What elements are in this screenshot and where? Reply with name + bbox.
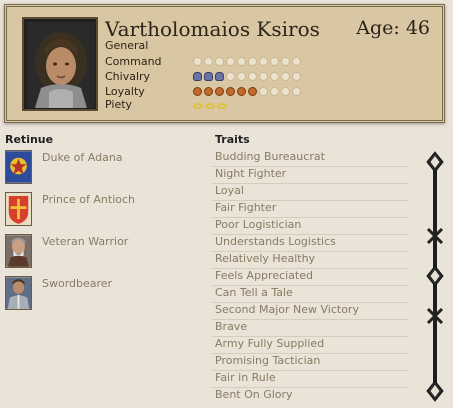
retinue-item-duke-of-adana[interactable]: Duke of Adana xyxy=(5,150,175,188)
trait-item[interactable]: Budding Bureaucrat xyxy=(215,150,325,163)
chiv-pip xyxy=(193,72,202,81)
trait-item[interactable]: Fair in Rule xyxy=(215,371,276,384)
scroll-up-icon[interactable] xyxy=(425,151,445,173)
chiv-pip xyxy=(237,72,246,81)
chiv-pip xyxy=(248,72,257,81)
portrait-image xyxy=(27,22,95,108)
trait-item[interactable]: Feels Appreciated xyxy=(215,269,313,282)
command-pip xyxy=(215,57,224,66)
character-age: Age: 46 xyxy=(356,17,430,39)
piety-pip xyxy=(217,103,227,109)
stat-label-command: Command xyxy=(105,55,162,68)
loyal-pip xyxy=(248,87,257,96)
retinue-item-veteran-warrior[interactable]: Veteran Warrior xyxy=(5,234,175,272)
command-pip xyxy=(292,57,301,66)
loyal-pip xyxy=(259,87,268,96)
command-pip xyxy=(237,57,246,66)
chiv-pip xyxy=(204,72,213,81)
swordbearer-icon xyxy=(5,276,32,310)
loyal-pip xyxy=(204,87,213,96)
scroll-marker-icon[interactable] xyxy=(426,226,444,246)
command-pip xyxy=(270,57,279,66)
character-name: Vartholomaios Ksiros xyxy=(105,17,320,41)
piety-pip xyxy=(205,103,215,109)
command-pips xyxy=(193,57,301,68)
trait-item[interactable]: Relatively Healthy xyxy=(215,252,315,265)
retinue-item-swordbearer[interactable]: Swordbearer xyxy=(5,276,175,314)
trait-item[interactable]: Second Major New Victory xyxy=(215,303,359,316)
loyal-pip xyxy=(193,87,202,96)
chiv-pip xyxy=(226,72,235,81)
chiv-pip xyxy=(281,72,290,81)
command-pip xyxy=(204,57,213,66)
chiv-pip xyxy=(292,72,301,81)
command-pip xyxy=(259,57,268,66)
trait-item[interactable]: Understands Logistics xyxy=(215,235,336,248)
loyal-pip xyxy=(226,87,235,96)
piety-pip xyxy=(193,103,203,109)
trait-item[interactable]: Loyal xyxy=(215,184,244,197)
prince-of-antioch-icon xyxy=(5,192,32,226)
stat-label-loyalty: Loyalty xyxy=(105,85,145,98)
trait-item[interactable]: Promising Tactician xyxy=(215,354,320,367)
loyal-pip xyxy=(237,87,246,96)
trait-item[interactable]: Poor Logistician xyxy=(215,218,301,231)
piety-pips xyxy=(193,100,227,111)
traits-heading: Traits xyxy=(215,133,250,146)
loyalty-pips xyxy=(193,87,301,98)
command-pip xyxy=(281,57,290,66)
character-portrait xyxy=(22,17,98,111)
scroll-down-icon[interactable] xyxy=(425,380,445,402)
chiv-pip xyxy=(270,72,279,81)
chiv-pip xyxy=(259,72,268,81)
retinue-label: Swordbearer xyxy=(42,277,113,290)
scroll-thumb-icon[interactable] xyxy=(425,265,445,287)
retinue-label: Veteran Warrior xyxy=(42,235,129,248)
stat-label-chivalry: Chivalry xyxy=(105,70,151,83)
duke-of-adana-icon xyxy=(5,150,32,184)
loyal-pip xyxy=(215,87,224,96)
chiv-pip xyxy=(215,72,224,81)
command-pip xyxy=(248,57,257,66)
retinue-item-prince-of-antioch[interactable]: Prince of Antioch xyxy=(5,192,175,230)
trait-item[interactable]: Army Fully Supplied xyxy=(215,337,324,350)
chivalry-pips xyxy=(193,72,301,83)
trait-item[interactable]: Can Tell a Tale xyxy=(215,286,293,299)
trait-item[interactable]: Night Fighter xyxy=(215,167,286,180)
trait-item[interactable]: Brave xyxy=(215,320,247,333)
stat-label-general: General xyxy=(105,39,149,52)
command-pip xyxy=(193,57,202,66)
scroll-marker-icon[interactable] xyxy=(426,306,444,326)
trait-item[interactable]: Bent On Glory xyxy=(215,388,293,401)
veteran-warrior-icon xyxy=(5,234,32,268)
command-pip xyxy=(226,57,235,66)
character-header: Vartholomaios Ksiros Age: 46 General Com… xyxy=(4,4,445,123)
retinue-heading: Retinue xyxy=(5,133,54,146)
loyal-pip xyxy=(281,87,290,96)
trait-item[interactable]: Fair Fighter xyxy=(215,201,276,214)
retinue-label: Prince of Antioch xyxy=(42,193,136,206)
loyal-pip xyxy=(292,87,301,96)
loyal-pip xyxy=(270,87,279,96)
retinue-label: Duke of Adana xyxy=(42,151,123,164)
stat-label-piety: Piety xyxy=(105,98,133,111)
